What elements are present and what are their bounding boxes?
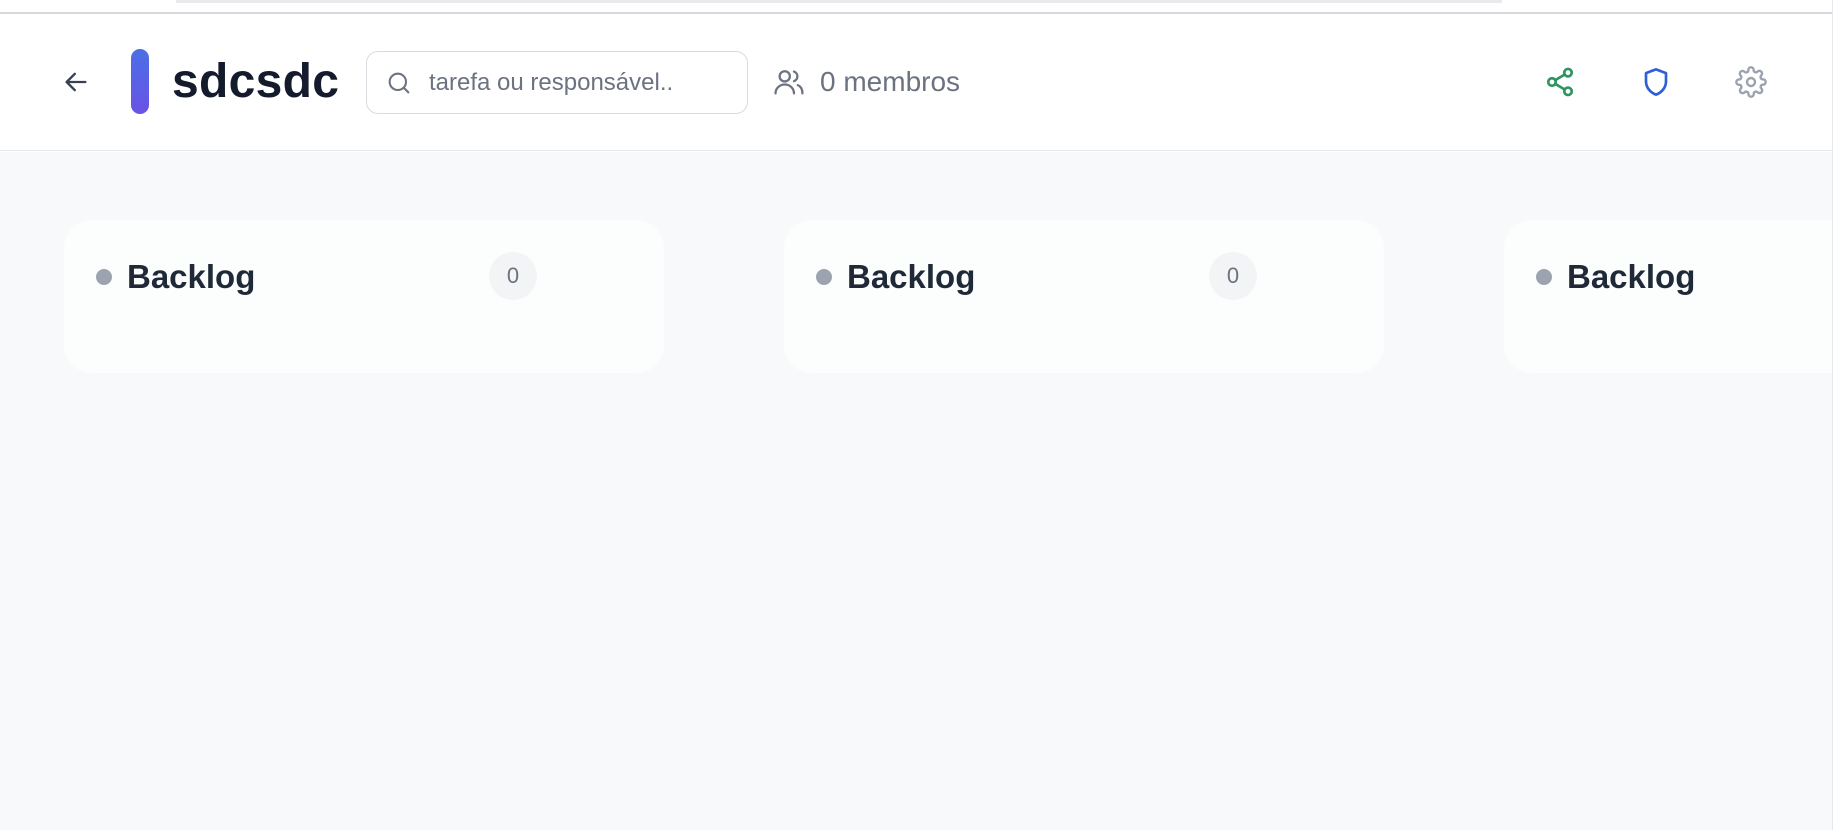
column-status-dot	[1536, 269, 1552, 285]
column-count-badge: 0	[489, 252, 537, 300]
share-button[interactable]	[1536, 58, 1584, 106]
kanban-column[interactable]: Backlog 0	[64, 220, 664, 373]
column-status-dot	[816, 269, 832, 285]
settings-button[interactable]	[1727, 58, 1775, 106]
users-icon	[774, 70, 804, 95]
project-header: sdcsdc 0 membros	[0, 14, 1832, 151]
app-window: sdcsdc 0 membros	[0, 0, 1842, 830]
search-input[interactable]	[429, 62, 729, 104]
column-title: Backlog	[1567, 258, 1696, 295]
project-title: sdcsdc	[172, 55, 340, 108]
back-button[interactable]	[56, 62, 96, 102]
search-box[interactable]	[366, 51, 748, 114]
arrow-left-icon	[65, 72, 87, 92]
gear-icon	[1735, 66, 1767, 98]
top-strip-inner	[176, 0, 1502, 3]
project-color-bar	[131, 49, 149, 114]
kanban-column[interactable]: Backlog 0	[784, 220, 1384, 373]
top-strip	[0, 0, 1842, 14]
members-button[interactable]: 0 membros	[772, 62, 960, 102]
members-count-label: 0 membros	[820, 66, 961, 97]
column-count-badge: 0	[1209, 252, 1257, 300]
kanban-column[interactable]: Backlog	[1504, 220, 1832, 373]
right-edge-scrollbar	[1832, 0, 1842, 830]
shield-icon	[1644, 68, 1668, 96]
column-title: Backlog	[847, 258, 976, 295]
kanban-board: Backlog 0 Backlog 0 Backlog	[0, 152, 1832, 830]
share-icon	[1546, 67, 1574, 97]
search-icon	[388, 72, 410, 94]
column-title: Backlog	[127, 258, 256, 295]
column-status-dot	[96, 269, 112, 285]
permissions-button[interactable]	[1632, 58, 1680, 106]
